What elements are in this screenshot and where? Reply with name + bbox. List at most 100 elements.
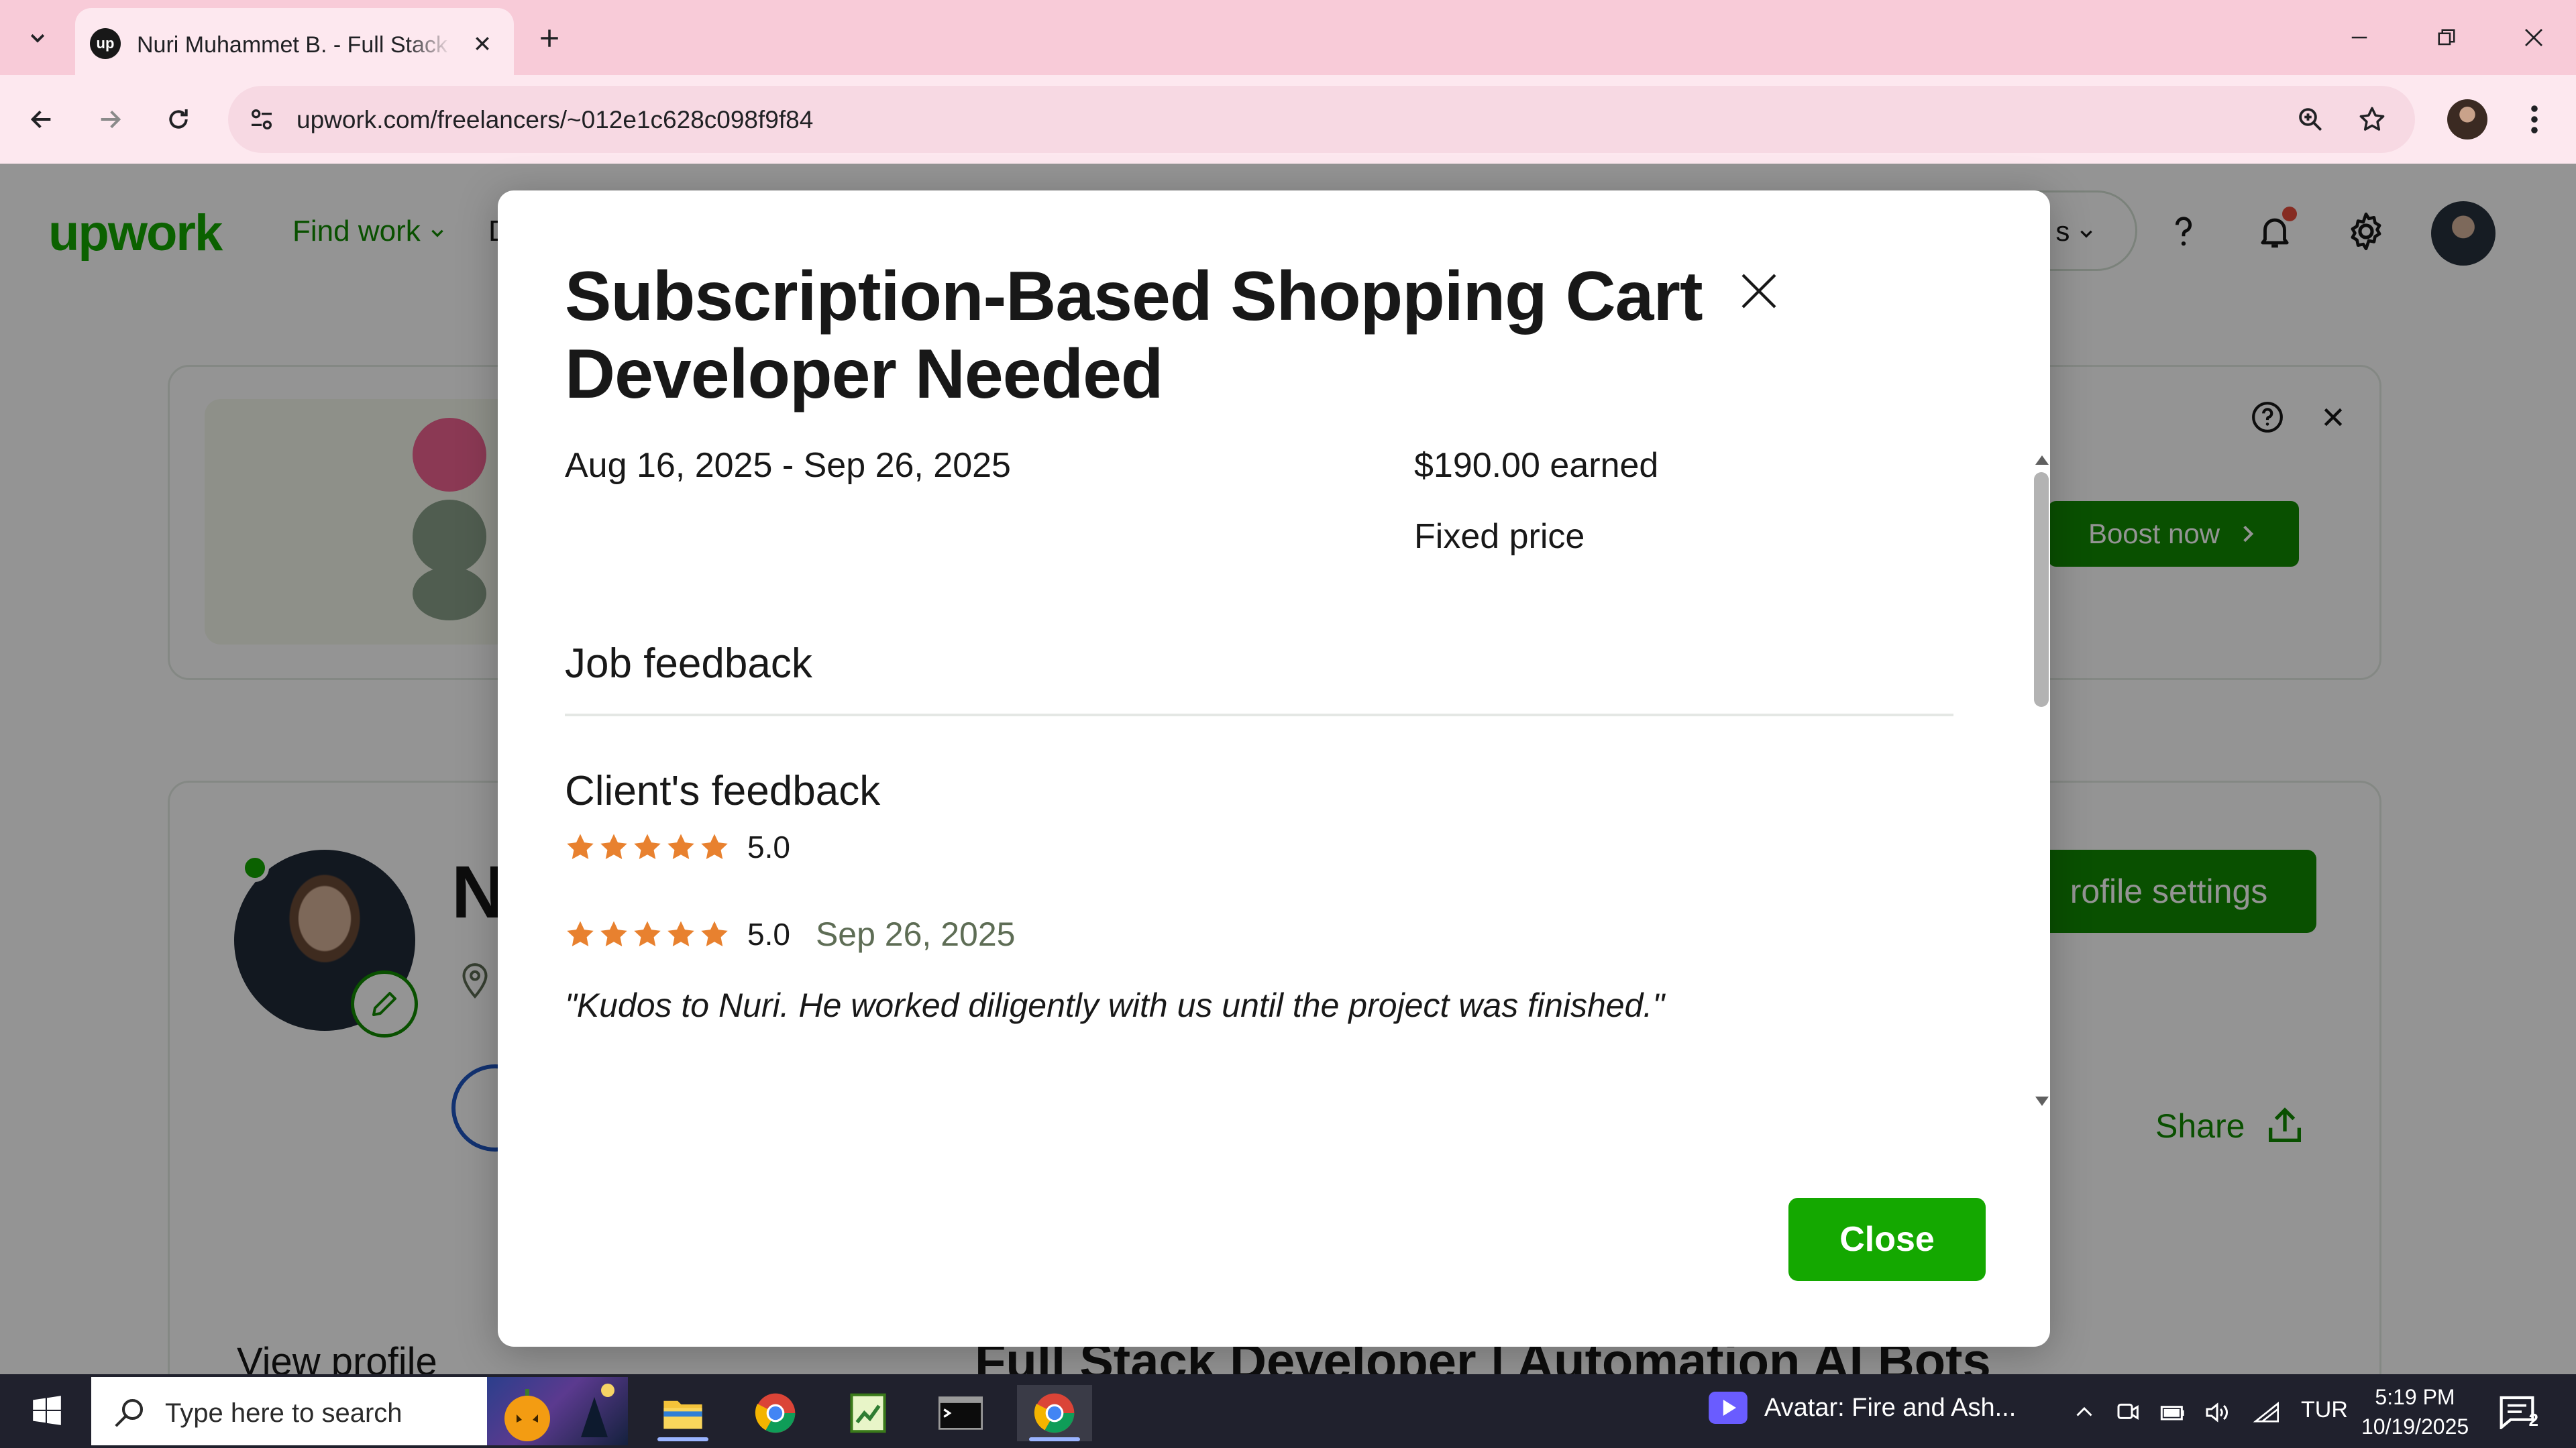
review-comment: "Kudos to Nuri. He worked diligently wit… <box>565 987 1665 1024</box>
bookmark-button[interactable] <box>2349 97 2395 142</box>
taskbar-chrome[interactable] <box>738 1385 813 1441</box>
back-button[interactable] <box>19 97 64 142</box>
clock-time: 5:19 PM <box>2375 1385 2455 1409</box>
battery-plug-icon <box>2160 1406 2184 1421</box>
new-tab-button[interactable] <box>530 19 569 58</box>
restore-window-button[interactable] <box>2410 13 2483 62</box>
job-dates: Aug 16, 2025 - Sep 26, 2025 <box>565 446 1011 485</box>
star-icon <box>701 834 728 860</box>
battery-tray-button[interactable] <box>2157 1397 2188 1428</box>
wifi-icon <box>2253 1401 2279 1423</box>
video-play-icon <box>1709 1392 1748 1424</box>
modal-scroll-area[interactable]: Aug 16, 2025 - Sep 26, 2025 $190.00 earn… <box>498 445 2050 1317</box>
windows-taskbar: Type here to search Avatar: Fire and Ash… <box>0 1374 2576 1448</box>
reload-icon <box>169 109 188 129</box>
upwork-favicon-icon: up <box>90 28 121 59</box>
plus-icon <box>541 30 558 47</box>
browser-tab-bar: up Nuri Muhammet B. - Full Stack Develop… <box>0 0 2576 75</box>
taskbar-file-explorer[interactable] <box>645 1385 720 1441</box>
taskbar-chrome-profile[interactable] <box>1017 1385 1092 1441</box>
review-rating-score: 5.0 <box>747 917 790 952</box>
review-rating-stars <box>565 919 733 950</box>
star-icon <box>667 834 694 860</box>
tab-search-dropdown-button[interactable] <box>13 13 62 62</box>
start-button[interactable] <box>13 1385 80 1437</box>
browser-menu-button[interactable] <box>2514 97 2555 142</box>
star-icon <box>600 921 627 947</box>
chrome-icon <box>755 1393 796 1433</box>
star-icon <box>567 834 594 860</box>
tab-close-button[interactable] <box>464 25 500 62</box>
zoom-in-icon <box>2299 108 2322 131</box>
terminal-icon <box>938 1396 983 1430</box>
tab-title: Nuri Muhammet B. - Full Stack Developer <box>137 32 452 58</box>
folder-icon <box>663 1400 702 1429</box>
overall-rating-score: 5.0 <box>747 830 790 865</box>
chrome-icon <box>1034 1393 1075 1433</box>
close-icon <box>1741 274 1776 309</box>
star-icon <box>701 921 728 947</box>
triangle-down-icon <box>2035 1097 2049 1106</box>
active-tab[interactable]: up Nuri Muhammet B. - Full Stack Develop… <box>75 8 514 75</box>
modal-close-icon-button[interactable] <box>1719 251 1799 331</box>
taskbar-active-indicator <box>1029 1437 1080 1441</box>
pumpkin-icon <box>504 1384 614 1441</box>
star-icon <box>634 921 661 947</box>
modal-scrollbar[interactable] <box>2034 452 2050 1109</box>
close-button[interactable]: Close <box>1788 1198 1986 1281</box>
reload-button[interactable] <box>156 97 201 142</box>
triangle-up-icon <box>2035 455 2049 465</box>
search-highlight-image[interactable] <box>487 1377 628 1445</box>
volume-tray-button[interactable] <box>2202 1397 2233 1428</box>
scroll-up-arrow[interactable] <box>2034 452 2050 468</box>
review-rating: 5.0 Sep 26, 2025 <box>565 915 1015 954</box>
star-outline-icon <box>2359 107 2385 131</box>
close-window-button[interactable] <box>2497 13 2571 62</box>
client-feedback-heading: Client's feedback <box>565 768 881 814</box>
search-icon <box>115 1398 144 1427</box>
review-date: Sep 26, 2025 <box>815 915 1016 953</box>
webcam-icon <box>2117 1403 2139 1420</box>
forward-button[interactable] <box>87 97 133 142</box>
taskbar-media-widget[interactable]: Avatar: Fire and Ash... <box>1708 1392 2016 1424</box>
url-text[interactable]: upwork.com/freelancers/~012e1c628c098f9f… <box>297 106 813 134</box>
notification-count: 2 <box>2528 1410 2538 1430</box>
browser-toolbar: upwork.com/freelancers/~012e1c628c098f9f… <box>0 75 2576 164</box>
network-tray-button[interactable] <box>2251 1397 2282 1428</box>
close-icon <box>476 37 489 50</box>
action-center-button[interactable]: 2 <box>2496 1392 2538 1432</box>
clock-date: 10/19/2025 <box>2361 1414 2469 1439</box>
browser-profile-avatar[interactable] <box>2447 99 2487 140</box>
minimize-window-button[interactable] <box>2322 13 2396 62</box>
language-indicator[interactable]: TUR <box>2301 1397 2348 1423</box>
address-bar[interactable]: upwork.com/freelancers/~012e1c628c098f9f… <box>228 86 2415 153</box>
windows-logo-icon <box>33 1396 61 1425</box>
show-hidden-icons-button[interactable] <box>2069 1397 2100 1428</box>
scroll-down-arrow[interactable] <box>2034 1093 2050 1109</box>
job-feedback-heading: Job feedback <box>565 641 812 687</box>
job-contract-type: Fixed price <box>1414 517 1585 556</box>
star-icon <box>667 921 694 947</box>
star-icon <box>634 834 661 860</box>
chevron-down-icon <box>30 34 45 43</box>
taskbar-active-indicator <box>657 1437 708 1441</box>
taskbar-search-box[interactable]: Type here to search <box>91 1377 628 1445</box>
tune-icon <box>252 109 272 129</box>
taskbar-terminal[interactable] <box>923 1385 998 1441</box>
star-icon <box>600 834 627 860</box>
feedback-divider <box>565 714 1953 716</box>
arrow-left-icon <box>30 110 51 129</box>
taskbar-spreadsheet-app[interactable] <box>830 1385 906 1441</box>
scrollbar-thumb[interactable] <box>2034 472 2049 707</box>
chevron-up-icon <box>2076 1406 2092 1416</box>
arrow-right-icon <box>101 110 121 129</box>
meet-now-tray-button[interactable] <box>2113 1397 2144 1428</box>
zoom-button[interactable] <box>2288 97 2333 142</box>
overall-rating: 5.0 <box>565 829 790 865</box>
job-feedback-modal: Subscription-Based Shopping Cart Develop… <box>498 190 2050 1347</box>
taskbar-clock[interactable]: 5:19 PM 10/19/2025 <box>2361 1382 2469 1441</box>
site-info-button[interactable] <box>239 97 284 142</box>
media-title: Avatar: Fire and Ash... <box>1764 1393 2017 1422</box>
spreadsheet-icon <box>850 1393 886 1433</box>
overall-rating-stars <box>565 832 733 862</box>
